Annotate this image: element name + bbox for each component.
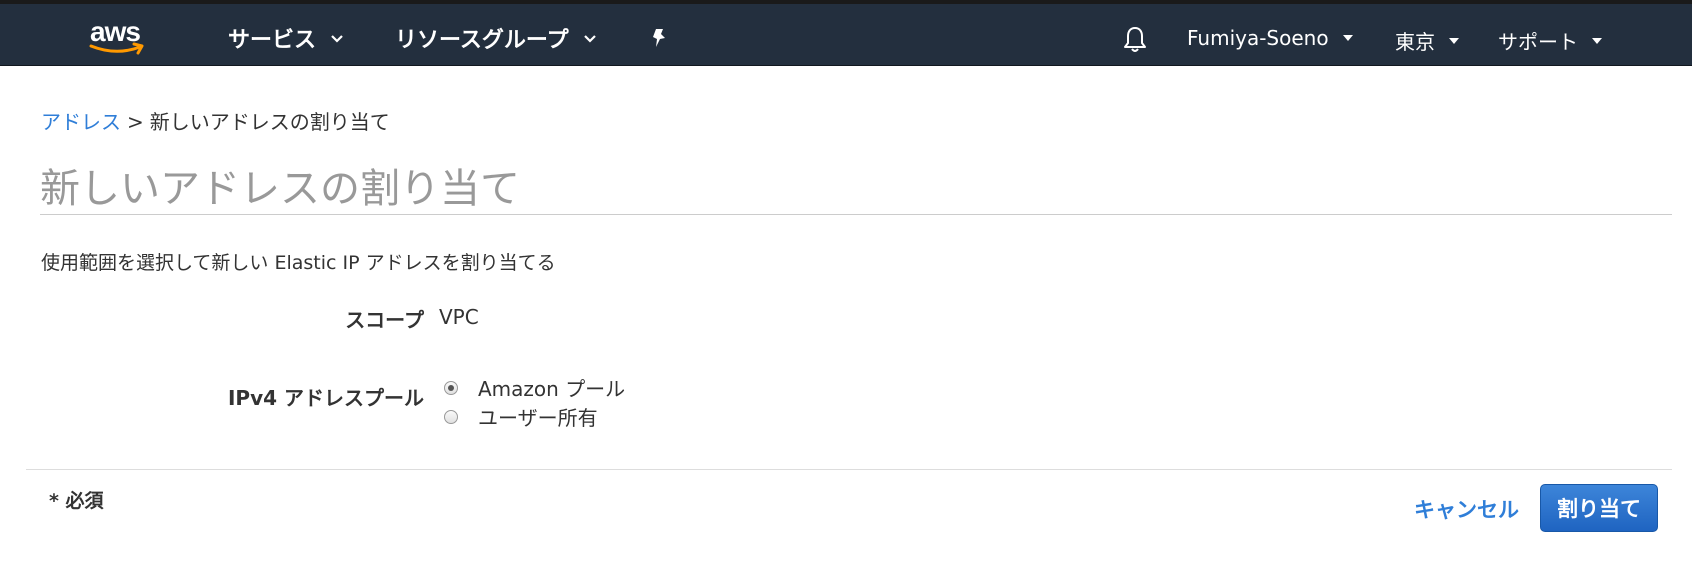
caret-down-icon	[1342, 35, 1353, 41]
pool-option-owned[interactable]: ユーザー所有	[444, 402, 598, 431]
page-title: 新しいアドレスの割り当て	[40, 166, 520, 212]
breadcrumb-separator: >	[127, 110, 144, 134]
page-description: 使用範囲を選択して新しい Elastic IP アドレスを割り当てる	[41, 252, 556, 274]
aws-logo[interactable]: aws	[88, 14, 152, 60]
title-divider	[40, 214, 1672, 215]
chevron-down-icon	[330, 34, 344, 43]
caret-down-icon	[1449, 37, 1459, 44]
pool-option-label: ユーザー所有	[478, 406, 598, 430]
radio-button-selected[interactable]	[444, 380, 458, 395]
scope-value: VPC	[439, 305, 479, 329]
breadcrumb: アドレス > 新しいアドレスの割り当て	[41, 106, 390, 135]
services-menu[interactable]: サービス	[228, 22, 344, 54]
support-menu[interactable]: サポート	[1498, 26, 1602, 55]
top-navigation-bar: aws サービス リソースグループ Fumiya-Soeno 東京 サポート	[0, 0, 1692, 66]
breadcrumb-link-addresses[interactable]: アドレス	[41, 110, 121, 134]
assign-button[interactable]: 割り当て	[1540, 484, 1658, 532]
region-menu[interactable]: 東京	[1395, 26, 1459, 55]
pool-option-label: Amazon プール	[478, 377, 626, 401]
breadcrumb-current: 新しいアドレスの割り当て	[149, 110, 390, 134]
bell-icon[interactable]	[1123, 25, 1147, 57]
aws-smile-icon	[89, 42, 144, 55]
pin-icon[interactable]	[650, 28, 668, 52]
pool-option-amazon[interactable]: Amazon プール	[444, 373, 625, 402]
required-note: * 必須	[49, 490, 104, 512]
ipv4-pool-label: IPv4 アドレスプール	[227, 386, 424, 410]
cancel-button[interactable]: キャンセル	[1414, 494, 1519, 524]
resource-groups-menu[interactable]: リソースグループ	[395, 22, 597, 54]
scope-label: スコープ	[345, 308, 424, 332]
account-menu[interactable]: Fumiya-Soeno	[1187, 26, 1353, 50]
footer-divider	[26, 469, 1672, 470]
chevron-down-icon	[583, 34, 597, 43]
caret-down-icon	[1592, 37, 1602, 44]
radio-button[interactable]	[444, 409, 458, 424]
